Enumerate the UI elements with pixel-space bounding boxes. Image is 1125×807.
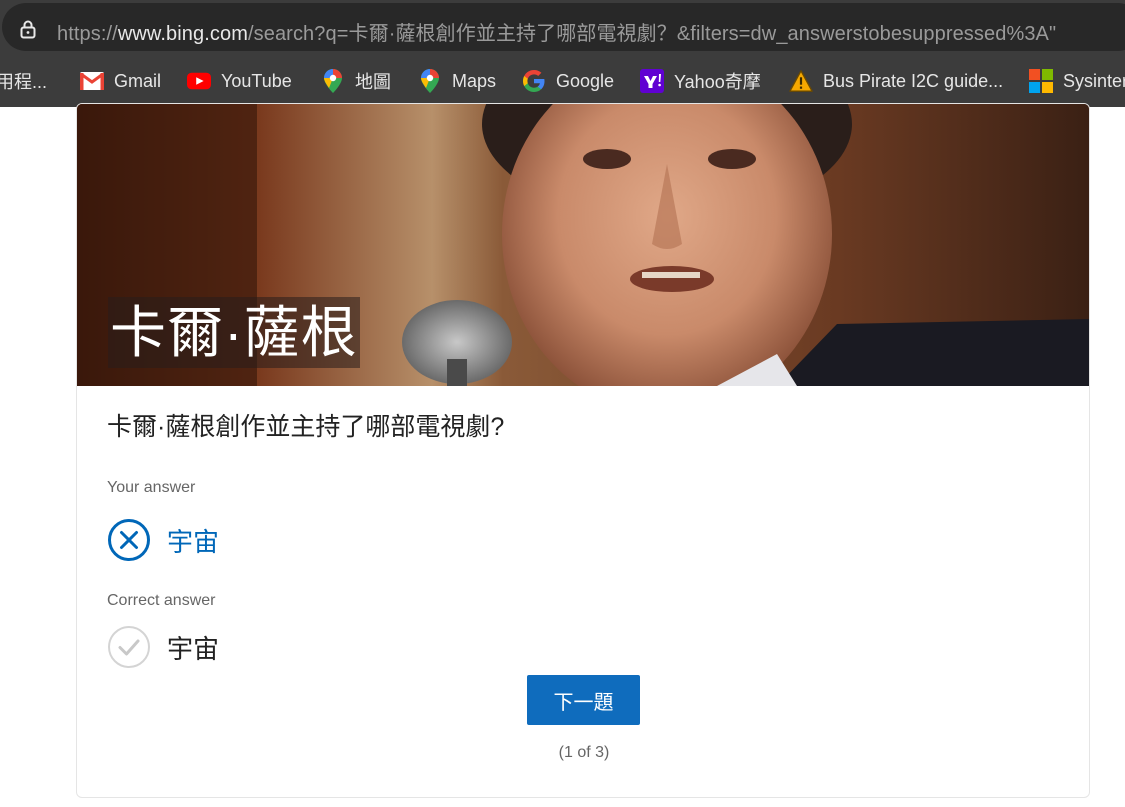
progress-counter: (1 of 3) — [558, 744, 610, 761]
bookmark-yahoo[interactable]: Yahoo奇摩 — [640, 68, 761, 94]
bookmark-label: Maps — [452, 70, 497, 91]
your-answer-label: Your answer — [107, 479, 196, 496]
bookmark-bus-pirate[interactable]: Bus Pirate I2C guide... — [789, 68, 1003, 94]
bookmark-google[interactable]: Google — [522, 68, 614, 94]
bookmark-maps[interactable]: Maps — [418, 68, 496, 94]
bookmark-label: Yahoo奇摩 — [674, 72, 761, 92]
page-content: 卡爾·薩根 卡爾·薩根創作並主持了哪部電視劇? Your answer 宇宙 C… — [0, 103, 1125, 807]
maps-pin-icon — [321, 69, 345, 93]
warning-icon — [789, 69, 813, 93]
url-text[interactable]: https://www.bing.com/search?q=卡爾·薩根創作並主持… — [57, 17, 1056, 46]
gmail-icon — [80, 69, 104, 93]
bookmark-label: YouTube — [221, 70, 292, 91]
x-circle-icon — [108, 519, 150, 561]
question-text: 卡爾·薩根創作並主持了哪部電視劇? — [107, 413, 505, 441]
url-path: /search?q=卡爾·薩根創作並主持了哪部電視劇？&filters=dw_a… — [247, 23, 1057, 45]
your-answer-text: 宇宙 — [167, 526, 220, 557]
bookmark-label: Sysinter — [1063, 70, 1125, 91]
correct-answer-label: Correct answer — [107, 592, 216, 609]
quiz-card: 卡爾·薩根 卡爾·薩根創作並主持了哪部電視劇? Your answer 宇宙 C… — [76, 103, 1090, 798]
correct-answer-text: 宇宙 — [167, 633, 220, 664]
bookmark-youtube[interactable]: YouTube — [187, 68, 292, 94]
bookmark-apps[interactable]: 用程... — [0, 68, 47, 94]
bookmark-label: Gmail — [114, 70, 162, 91]
lock-icon[interactable] — [18, 19, 38, 39]
address-bar[interactable]: https://www.bing.com/search?q=卡爾·薩根創作並主持… — [2, 3, 1125, 51]
bookmark-label: Bus Pirate I2C guide... — [823, 70, 1004, 91]
youtube-icon — [187, 69, 211, 93]
bookmarks-bar: 用程... Gmail YouTube 地圖 Maps Google Yahoo… — [0, 57, 1125, 107]
bookmark-maps-zh[interactable]: 地圖 — [321, 68, 391, 94]
bookmark-label: Google — [556, 70, 615, 91]
next-question-button[interactable]: 下一題 — [527, 675, 640, 725]
bookmark-gmail[interactable]: Gmail — [80, 68, 161, 94]
bookmark-sysinternals[interactable]: Sysinter — [1029, 68, 1125, 94]
maps-pin-icon — [418, 69, 442, 93]
hero-title: 卡爾·薩根 — [108, 297, 360, 368]
bookmark-label: 用程... — [0, 72, 48, 92]
yahoo-icon — [640, 69, 664, 93]
check-circle-icon — [108, 626, 150, 668]
correct-answer-row: 宇宙 — [107, 625, 219, 669]
google-icon — [522, 69, 546, 93]
url-prefix: https:// — [57, 23, 118, 45]
bookmark-label: 地圖 — [355, 72, 391, 92]
hero-image: 卡爾·薩根 — [77, 104, 1089, 386]
address-bar-area: https://www.bing.com/search?q=卡爾·薩根創作並主持… — [0, 0, 1125, 57]
microsoft-icon — [1029, 69, 1053, 93]
your-answer-row: 宇宙 — [107, 518, 219, 562]
url-host: www.bing.com — [117, 23, 248, 45]
